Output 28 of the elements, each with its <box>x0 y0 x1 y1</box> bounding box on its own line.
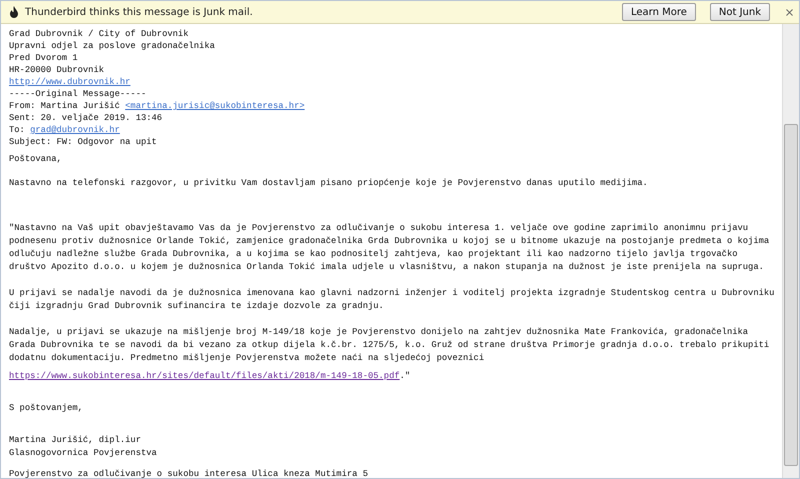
header-line: To: grad@dubrovnik.hr <box>9 124 121 136</box>
message-paragraph: https://www.sukobinteresa.hr/sites/default/files/akti/2018/m-149-18-05.pdf." <box>9 370 412 383</box>
scrollbar[interactable] <box>782 24 799 478</box>
learn-more-button[interactable]: Learn More <box>622 3 696 21</box>
close-icon[interactable] <box>784 6 795 18</box>
header-line: Pred Dvorom 1 <box>9 52 79 64</box>
not-junk-button[interactable]: Not Junk <box>710 3 770 21</box>
message-paragraph: U prijavi se nadalje navodi da je dužnosnica imenovana kao glavni nadzorni inženjer i voditelj projekta izgradnje Studentskog centra u Dubrovniku čiji izgradnju Grad Dubrovnik sufinancira te izdaje dozvole za gradnju. <box>9 287 774 313</box>
header-line: Subject: FW: Odgovor na upit <box>9 136 158 148</box>
document-link[interactable]: https://www.sukobinteresa.hr/sites/default/files/akti/2018/m-149-18-05.pdf <box>9 371 400 381</box>
flame-icon <box>9 6 19 18</box>
message-paragraph: Poštovana, <box>9 153 63 166</box>
header-line: -----Original Message----- <box>9 88 148 100</box>
header-line: Sent: 20. veljače 2019. 13:46 <box>9 112 164 124</box>
email-link[interactable]: <martina.jurisic@sukobinteresa.hr> <box>125 101 305 111</box>
header-line: From: Martina Jurišić <martina.jurisic@sukobinteresa.hr> <box>9 100 306 112</box>
junk-message: Thunderbird thinks this message is Junk mail. <box>25 6 254 18</box>
message-paragraph: Nastavno na telefonski razgovor, u privitku Vam dostavljam pisano priopćenje koje je Povjerenstvo danas uputilo medijima. <box>9 177 649 190</box>
header-line: Grad Dubrovnik / City of Dubrovnik <box>9 28 190 40</box>
message-paragraph: Martina Jurišić, dipl.iur Glasnogovornica Povjerenstva <box>9 434 158 460</box>
message-paragraph: S poštovanjem, <box>9 402 84 415</box>
message-paragraph: Povjerenstvo za odlučivanje o sukobu interesa Ulica kneza Mutimira 5 <box>9 468 369 478</box>
header-line: HR-20000 Dubrovnik <box>9 64 106 76</box>
message-paragraph: Nadalje, u prijavi se ukazuje na mišljenje broj M-149/18 koje je Povjerenstvo donijelo na zahtjev dužnosnika Mate Frankovića, gradonačelnika Grada Dubrovnika te se navodi da bi vezano za otkup dijela k.č.br. 1275/5, k.o. Gruž od strane društva Primorje gradnja d.o.o. trebalo prikupiti dodatnu dokumentaciju. Predmetno mišljenje Povjerenstva možete naći na sljedećoj poveznici <box>9 326 770 365</box>
email-link[interactable]: grad@dubrovnik.hr <box>30 125 120 135</box>
message-paragraph: "Nastavno na Vaš upit obavještavamo Vas da je Povjerenstvo za odlučivanje o sukobu interesa 1. veljače ove godine zaprimilo anonimnu prijavu podnesenu protiv dužnosnice Orlande Tokić, zamjenice gradonačelnika Grda Dubrovnika u kojoj se u bitnome ukazuje na postojanje predmeta o kojima odlučuju nadležne službe Grada Dubrovnika, a u kojima se kao podnositelj zahtjeva, kao projektant ili kao nadzorno tijelo javlja trgovačko društvo Apozito d.o.o. u kojem je dužnosnica Orlanda Tokić imala udjele u vlasništvu, a nakon stupanja na dužnost je iste prenijela na supruga. <box>9 222 770 274</box>
header-line: Upravni odjel za poslove gradonačelnika <box>9 40 216 52</box>
email-link[interactable]: http://www.dubrovnik.hr <box>9 77 130 87</box>
